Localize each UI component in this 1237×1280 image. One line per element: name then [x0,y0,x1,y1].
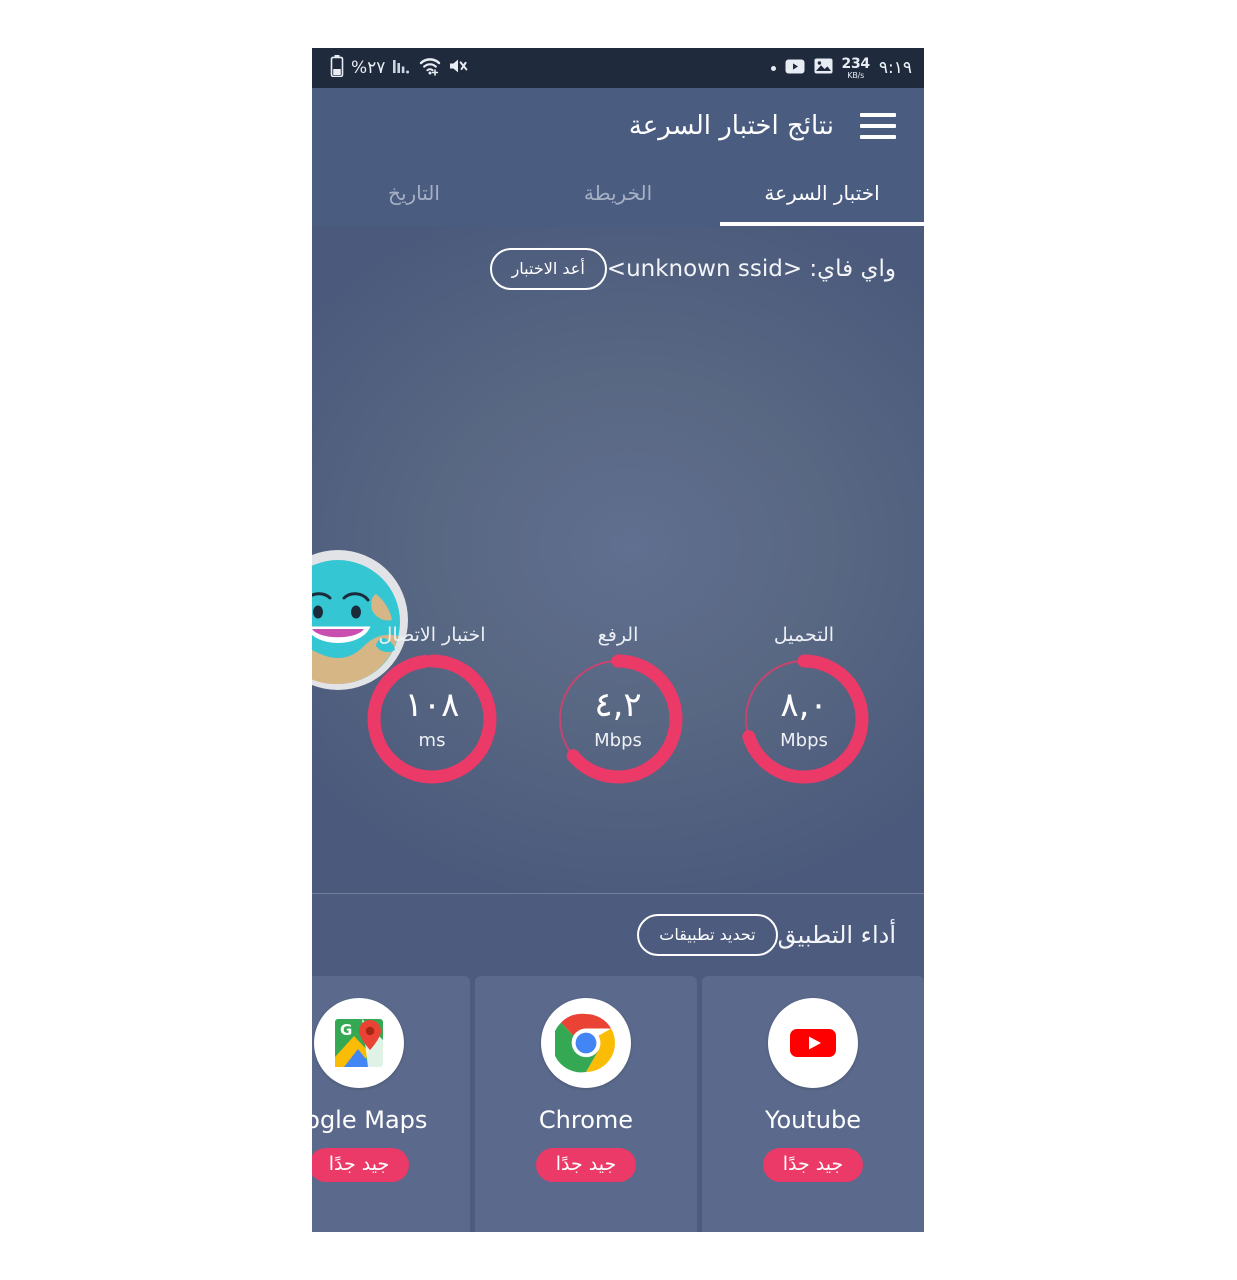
image-notification-icon [814,58,833,78]
status-bar: %٢٧ 234 KB/s ٩:١٩ [312,48,924,88]
status-bar-left: %٢٧ [330,55,468,81]
hamburger-menu-icon[interactable] [860,113,896,139]
select-apps-button[interactable]: تحديد تطبيقات [637,914,778,956]
gauge-download-unit: Mbps [780,729,828,751]
app-card-youtube-name: Youtube [765,1106,861,1134]
gauge-ping-value: ١٠٨ [404,684,460,725]
gauge-ping-ring: ١٠٨ ms [365,652,499,786]
gauge-upload-ring: ٤,٢ Mbps [551,652,685,786]
gauge-ping-unit: ms [418,729,446,751]
data-rate-indicator: 234 KB/s [841,55,871,80]
app-header: نتائج اختبار السرعة [312,88,924,164]
tab-history-label: التاريخ [388,181,440,205]
svg-text:G: G [340,1021,352,1039]
page-title: نتائج اختبار السرعة [628,111,834,141]
youtube-icon [768,998,858,1088]
tab-map-label: الخريطة [583,181,653,205]
tab-speed-test-label: اختبار السرعة [764,181,880,205]
app-performance-header: أداء التطبيق تحديد تطبيقات [312,894,924,976]
gauge-upload: الرفع ٤,٢ Mbps [544,624,692,786]
gauge-upload-label: الرفع [597,624,639,646]
gauge-download-value: ٨,٠ [780,684,828,725]
gauge-group: التحميل ٨,٠ Mbps الرفع ٤,٢ Mbps اختبار ا… [312,624,924,786]
gauge-download-ring: ٨,٠ Mbps [737,652,871,786]
youtube-notification-icon [785,59,805,78]
app-performance-panel: أداء التطبيق تحديد تطبيقات Youtube جيد ج… [312,894,924,1232]
dot-indicator-icon [770,65,776,71]
gauge-download-label: التحميل [773,624,835,646]
app-card-google-maps-name: oogle Maps [312,1106,428,1134]
app-card-chrome-rating: جيد جدًا [535,1148,637,1182]
app-performance-title: أداء التطبيق [777,921,896,949]
tab-map[interactable]: الخريطة [516,164,720,226]
network-row: واي فاي: <unknown ssid> أعد الاختبار [312,240,924,298]
app-card-google-maps[interactable]: G oogle Maps جيد جدًا [312,976,470,1232]
app-card-youtube-rating: جيد جدًا [762,1148,864,1182]
gauge-upload-value: ٤,٢ [594,684,642,725]
app-card-youtube[interactable]: Youtube جيد جدًا [702,976,924,1232]
gauge-upload-unit: Mbps [594,729,642,751]
network-name-label: واي فاي: <unknown ssid> [606,256,896,282]
gauge-download: التحميل ٨,٠ Mbps [730,624,878,786]
tab-history[interactable]: التاريخ [312,164,516,226]
app-card-google-maps-rating: جيد جدًا [312,1148,410,1182]
speed-test-panel: واي فاي: <unknown ssid> أعد الاختبار الت… [312,226,924,894]
signal-bars-icon [392,56,412,80]
app-card-list: Youtube جيد جدًا Chrome جيد جدًا G ogle … [312,976,924,1232]
battery-percent-label: %٢٧ [351,57,386,78]
data-rate-unit: KB/s [847,70,865,80]
phone-screen: %٢٧ 234 KB/s ٩:١٩ نتائج اختبار السرعة اخ… [312,48,924,1232]
app-card-chrome[interactable]: Chrome جيد جدًا [475,976,697,1232]
chrome-icon [541,998,631,1088]
google-maps-icon: G [314,998,404,1088]
tab-speed-test[interactable]: اختبار السرعة [720,164,924,226]
mute-icon [448,57,468,79]
retest-button[interactable]: أعد الاختبار [489,248,607,290]
data-rate-value: 234 [841,55,871,72]
gauge-ping: اختبار الاتصال ١٠٨ ms [358,624,506,786]
status-bar-right: 234 KB/s ٩:١٩ [770,55,912,80]
wifi-icon [419,56,441,80]
gauge-ping-label: اختبار الاتصال [378,624,486,646]
app-card-chrome-name: Chrome [538,1106,634,1134]
clock-label: ٩:١٩ [878,58,912,78]
tab-bar: اختبار السرعة الخريطة التاريخ [312,164,924,226]
battery-icon [330,55,344,81]
